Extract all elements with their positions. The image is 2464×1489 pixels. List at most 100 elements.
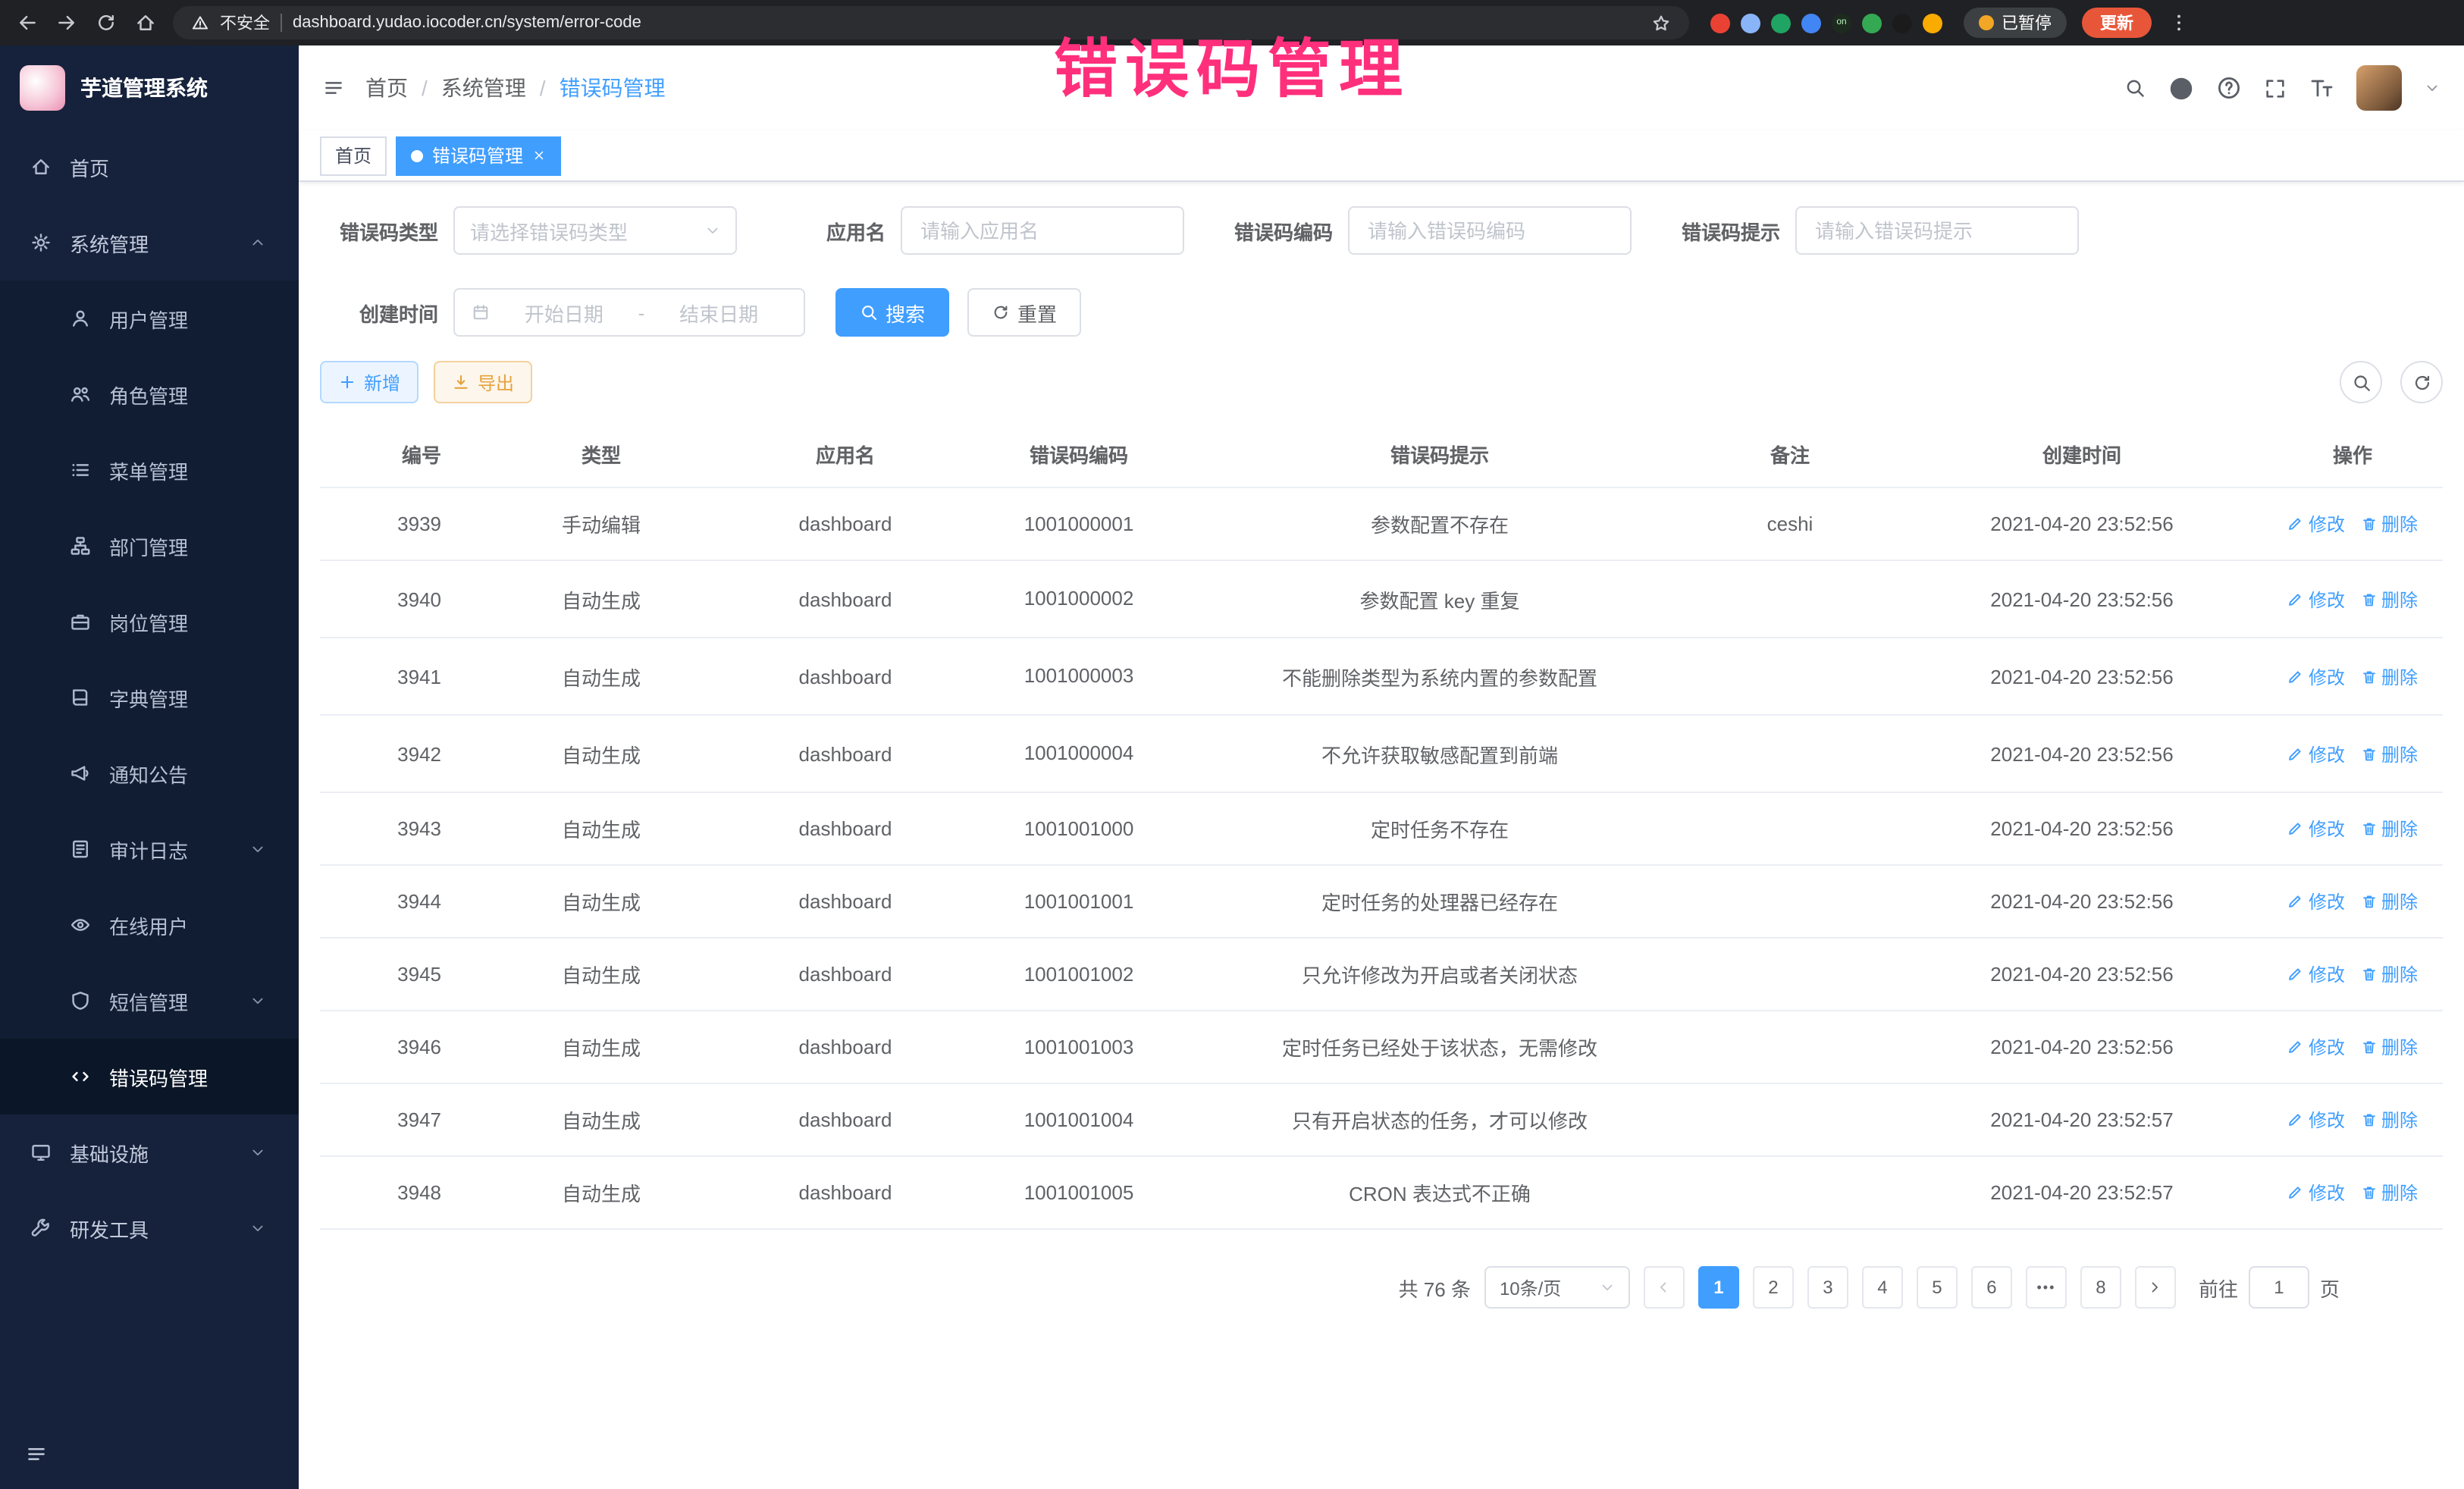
export-button[interactable]: 导出 — [434, 361, 532, 403]
sidebar-item-system-management[interactable]: 系统管理 — [0, 205, 299, 281]
help-icon[interactable] — [2217, 76, 2241, 100]
delete-link[interactable]: 删除 — [2360, 511, 2418, 537]
delete-link[interactable]: 删除 — [2360, 741, 2418, 766]
search-button[interactable]: 搜索 — [835, 288, 949, 337]
breadcrumb-item[interactable]: 系统管理 — [441, 73, 526, 103]
table-refresh-button[interactable] — [2400, 361, 2443, 403]
tab-error-code[interactable]: 错误码管理 — [396, 136, 561, 175]
error-code-input[interactable] — [1348, 206, 1632, 255]
browser-home-icon[interactable] — [133, 12, 158, 33]
table-search-button[interactable] — [2340, 361, 2382, 403]
close-icon[interactable] — [532, 149, 546, 162]
edit-link[interactable]: 修改 — [2287, 817, 2345, 842]
back-icon[interactable] — [15, 12, 39, 33]
sidebar-item-notice[interactable]: 通知公告 — [0, 735, 299, 811]
bookmark-star-icon[interactable] — [1651, 13, 1671, 33]
reset-button[interactable]: 重置 — [967, 288, 1081, 337]
app-name-input[interactable] — [901, 206, 1184, 255]
edit-link[interactable]: 修改 — [2287, 1108, 2345, 1133]
paused-label: 已暂停 — [2002, 11, 2052, 35]
address-bar[interactable]: 不安全 dashboard.yudao.iocoder.cn/system/er… — [173, 6, 1689, 39]
goto-label: 前往 — [2199, 1274, 2238, 1302]
page-button-8[interactable]: 8 — [2080, 1267, 2121, 1309]
sidebar-item-sms-management[interactable]: 短信管理 — [0, 963, 299, 1039]
edit-link[interactable]: 修改 — [2287, 962, 2345, 988]
edit-link[interactable]: 修改 — [2287, 663, 2345, 689]
page-button-3[interactable]: 3 — [1807, 1267, 1848, 1309]
delete-link[interactable]: 删除 — [2360, 1108, 2418, 1133]
sidebar-item-infrastructure[interactable]: 基础设施 — [0, 1114, 299, 1190]
extension-green-check-icon[interactable] — [1771, 13, 1791, 33]
profile-avatar-icon[interactable] — [1923, 13, 1942, 33]
next-page-button[interactable] — [2135, 1267, 2176, 1309]
gear-icon — [29, 232, 53, 253]
sidebar-item-home[interactable]: 首页 — [0, 129, 299, 205]
cell-actions: 修改删除 — [2262, 560, 2443, 638]
tab-home[interactable]: 首页 — [320, 136, 387, 175]
sidebar-item-menu-management[interactable]: 菜单管理 — [0, 432, 299, 508]
fullscreen-icon[interactable] — [2264, 77, 2287, 99]
page-button-2[interactable]: 2 — [1753, 1267, 1794, 1309]
page-button-5[interactable]: 5 — [1917, 1267, 1958, 1309]
sidebar-item-online-users[interactable]: 在线用户 — [0, 887, 299, 963]
sidebar-item-dict-management[interactable]: 字典管理 — [0, 660, 299, 735]
sidebar-item-role-management[interactable]: 角色管理 — [0, 356, 299, 432]
extension-leaf-icon[interactable] — [1862, 13, 1882, 33]
create-time-range[interactable]: 开始日期 - 结束日期 — [453, 288, 805, 337]
sidebar-item-dept-management[interactable]: 部门管理 — [0, 508, 299, 584]
sidebar-item-audit-log[interactable]: 审计日志 — [0, 811, 299, 887]
forward-icon[interactable] — [55, 12, 79, 33]
cell-app: dashboard — [734, 638, 957, 715]
github-icon[interactable] — [2168, 75, 2194, 101]
browser-menu-icon[interactable] — [2167, 12, 2191, 33]
edit-link[interactable]: 修改 — [2287, 1035, 2345, 1061]
sidebar-item-user-management[interactable]: 用户管理 — [0, 281, 299, 356]
edit-icon — [2287, 1185, 2304, 1202]
sidebar-toggle-icon[interactable] — [323, 77, 344, 99]
reload-icon[interactable] — [94, 12, 118, 33]
edit-link[interactable]: 修改 — [2287, 889, 2345, 915]
extension-blue-grid-icon[interactable] — [1801, 13, 1821, 33]
extension-lightblue-icon[interactable] — [1741, 13, 1760, 33]
font-size-icon[interactable] — [2309, 76, 2334, 100]
extension-vpn-on-icon[interactable]: on — [1832, 13, 1851, 33]
users-icon — [68, 384, 92, 405]
chevron-up-icon — [246, 235, 270, 250]
delete-link[interactable]: 删除 — [2360, 1180, 2418, 1206]
extension-pin-icon[interactable] — [1892, 13, 1912, 33]
delete-link[interactable]: 删除 — [2360, 889, 2418, 915]
page-ellipsis[interactable]: ••• — [2026, 1267, 2067, 1309]
edit-link[interactable]: 修改 — [2287, 1180, 2345, 1206]
update-button[interactable]: 更新 — [2082, 8, 2152, 38]
sidebar-item-error-code-management[interactable]: 错误码管理 — [0, 1039, 299, 1114]
breadcrumb-item[interactable]: 首页 — [365, 73, 408, 103]
delete-link[interactable]: 删除 — [2360, 962, 2418, 988]
page-button-6[interactable]: 6 — [1971, 1267, 2012, 1309]
edit-link[interactable]: 修改 — [2287, 511, 2345, 537]
sidebar-collapse-toggle[interactable] — [0, 1419, 299, 1489]
goto-page-input[interactable] — [2249, 1267, 2309, 1309]
sidebar-item-post-management[interactable]: 岗位管理 — [0, 584, 299, 660]
delete-link[interactable]: 删除 — [2360, 663, 2418, 689]
page-size-select[interactable]: 10条/页 — [1484, 1267, 1630, 1309]
page-button-1[interactable]: 1 — [1698, 1267, 1739, 1309]
prev-page-button[interactable] — [1644, 1267, 1685, 1309]
chevron-down-icon[interactable] — [2425, 80, 2440, 96]
breadcrumb-item[interactable]: 错误码管理 — [560, 73, 666, 103]
delete-link[interactable]: 删除 — [2360, 817, 2418, 842]
delete-link[interactable]: 删除 — [2360, 586, 2418, 612]
edit-link[interactable]: 修改 — [2287, 586, 2345, 612]
delete-icon — [2360, 821, 2377, 838]
page-button-4[interactable]: 4 — [1862, 1267, 1903, 1309]
paused-button[interactable]: 已暂停 — [1964, 8, 2067, 38]
add-button[interactable]: 新增 — [320, 361, 419, 403]
header-search-icon[interactable] — [2124, 77, 2146, 99]
error-message-input[interactable] — [1795, 206, 2079, 255]
delete-link[interactable]: 删除 — [2360, 1035, 2418, 1061]
extension-red-icon[interactable] — [1710, 13, 1730, 33]
edit-link[interactable]: 修改 — [2287, 741, 2345, 766]
error-type-select[interactable]: 请选择错误码类型 — [453, 206, 737, 255]
user-avatar[interactable] — [2356, 65, 2402, 111]
sidebar-item-dev-tools[interactable]: 研发工具 — [0, 1190, 299, 1266]
app-logo[interactable]: 芋道管理系统 — [0, 45, 299, 129]
